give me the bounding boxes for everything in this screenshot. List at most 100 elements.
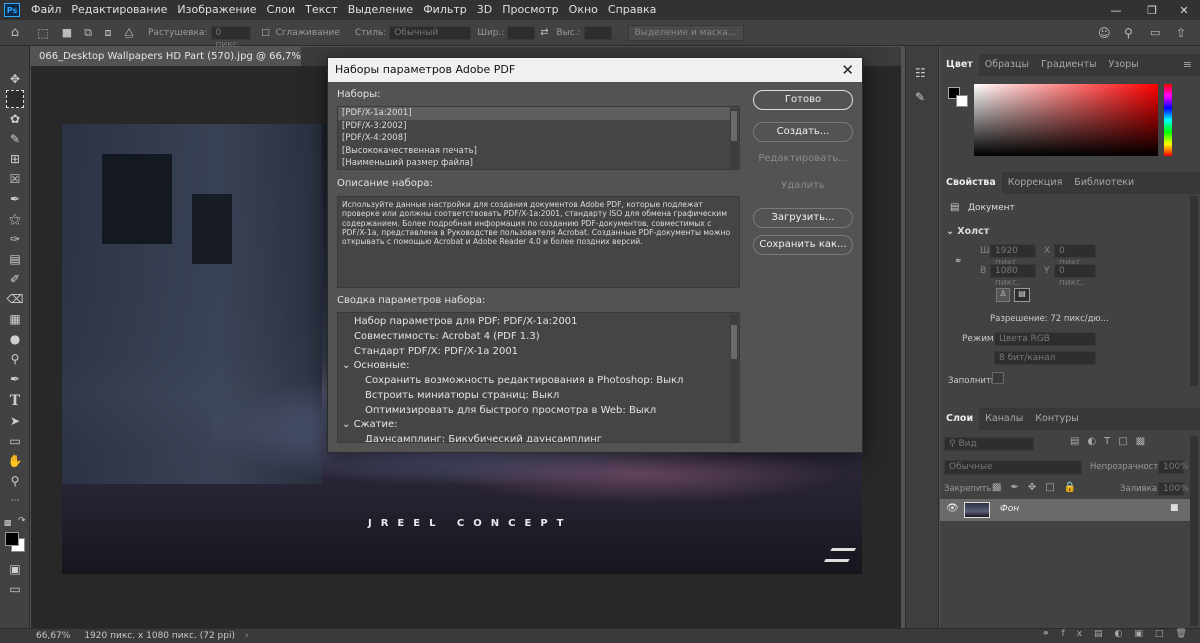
load-button[interactable]: Загрузить...: [753, 208, 853, 228]
dialog-close-icon[interactable]: ✕: [841, 58, 854, 82]
healing-brush-tool-icon[interactable]: ⚝: [6, 210, 24, 228]
preset-item[interactable]: [PDF/X-4:2008]: [338, 132, 739, 145]
tab-adjustments[interactable]: Коррекция: [1002, 172, 1069, 194]
preset-item[interactable]: [Наименьший размер файла]: [338, 157, 739, 169]
create-button[interactable]: Создать...: [753, 122, 853, 142]
document-tab[interactable]: 066_Desktop Wallpapers HD Part (570).jpg…: [31, 47, 301, 81]
user-icon[interactable]: ☺: [1098, 26, 1111, 40]
menu-edit[interactable]: Редактирование: [66, 0, 172, 20]
swap-colors-icon[interactable]: ↷: [18, 516, 26, 526]
canvas-y-field[interactable]: 0 пикс.: [1054, 264, 1096, 288]
layer-row[interactable]: 👁 Фон ■: [940, 499, 1190, 521]
preset-item[interactable]: [PDF/X-3:2002]: [338, 120, 739, 133]
summary-compression-section[interactable]: ⌄ Сжатие:: [342, 419, 398, 430]
portrait-orientation-icon[interactable]: ♙: [996, 288, 1010, 302]
eyedropper-tool-icon[interactable]: ✒: [6, 190, 24, 208]
pen-tool-icon[interactable]: ✒: [6, 370, 24, 388]
dodge-tool-icon[interactable]: ⚲: [6, 350, 24, 368]
dialog-titlebar[interactable]: Наборы параметров Adobe PDF ✕: [328, 58, 862, 82]
tab-properties[interactable]: Свойства: [940, 172, 1002, 194]
move-tool-icon[interactable]: ✥: [6, 70, 24, 88]
swap-icon[interactable]: ⇄: [535, 27, 553, 38]
rectangle-tool-icon[interactable]: ▭: [6, 432, 24, 450]
crop-tool-icon[interactable]: ⊞: [6, 150, 24, 168]
blend-mode-select[interactable]: Обычные: [944, 460, 1082, 475]
tab-patterns[interactable]: Узоры: [1102, 54, 1144, 76]
done-button[interactable]: Готово: [753, 90, 853, 110]
path-selection-tool-icon[interactable]: ➤: [6, 412, 24, 430]
visibility-eye-icon[interactable]: 👁: [946, 503, 959, 514]
tab-gradients[interactable]: Градиенты: [1035, 54, 1102, 76]
subtract-selection-icon[interactable]: ⧈: [98, 26, 118, 40]
new-selection-icon[interactable]: ■: [56, 26, 78, 39]
menu-image[interactable]: Изображение: [172, 0, 261, 20]
landscape-orientation-icon[interactable]: ▤: [1014, 288, 1030, 302]
tab-color[interactable]: Цвет: [940, 54, 979, 76]
layer-name[interactable]: Фон: [1000, 504, 1019, 514]
marquee-tool-icon[interactable]: [6, 90, 24, 108]
edit-button[interactable]: Редактировать...: [753, 149, 853, 169]
summary-scrollbar[interactable]: [730, 315, 738, 442]
hue-slider[interactable]: [1164, 84, 1172, 156]
select-and-mask-button[interactable]: Выделение и маска...: [627, 24, 744, 41]
properties-scrollbar[interactable]: [1190, 196, 1198, 386]
color-spectrum-field[interactable]: [974, 84, 1158, 156]
history-icon[interactable]: ☷: [915, 66, 926, 80]
workspace-icon[interactable]: ▭: [1150, 26, 1160, 39]
layers-scrollbar[interactable]: [1190, 436, 1198, 626]
menu-3d[interactable]: 3D: [472, 0, 497, 20]
height-input[interactable]: [583, 25, 612, 40]
zoom-tool-icon[interactable]: ⚲: [6, 472, 24, 490]
search-icon[interactable]: ⚲: [1124, 26, 1133, 40]
zoom-level[interactable]: 66,67%: [36, 631, 70, 641]
preset-item[interactable]: [PDF/X-1a:2001]: [338, 107, 730, 120]
tab-swatches[interactable]: Образцы: [979, 54, 1035, 76]
status-arrow-icon[interactable]: ›: [245, 631, 249, 641]
share-icon[interactable]: ⇧: [1176, 26, 1186, 40]
color-bg-swatch[interactable]: [956, 95, 968, 107]
save-as-button[interactable]: Сохранить как...: [753, 235, 853, 255]
feather-input[interactable]: 0 пикс.: [210, 25, 251, 50]
fill-opacity-input[interactable]: 100%: [1158, 482, 1189, 496]
history-brush-tool-icon[interactable]: ✐: [6, 270, 24, 288]
mode-select[interactable]: Цвета RGB: [994, 332, 1096, 346]
eraser-tool-icon[interactable]: ⌫: [6, 290, 24, 308]
close-window-icon[interactable]: ✕: [1170, 0, 1198, 20]
restore-icon[interactable]: ❐: [1138, 0, 1166, 20]
summary-scroll-thumb[interactable]: [731, 325, 737, 359]
canvas-width-field[interactable]: 1920 пикс.: [990, 244, 1036, 268]
menu-file[interactable]: Файл: [26, 0, 66, 20]
canvas-section-header[interactable]: ⌄ Холст: [946, 226, 989, 237]
hand-tool-icon[interactable]: ✋: [6, 452, 24, 470]
frame-tool-icon[interactable]: ☒: [6, 170, 24, 188]
edit-toolbar-icon[interactable]: ⋯: [6, 492, 24, 510]
minimize-icon[interactable]: —: [1102, 0, 1130, 20]
tab-paths[interactable]: Контуры: [1029, 408, 1084, 430]
foreground-color-swatch[interactable]: [5, 532, 19, 546]
tab-channels[interactable]: Каналы: [979, 408, 1029, 430]
opacity-input[interactable]: 100%: [1158, 460, 1189, 474]
gradient-tool-icon[interactable]: ▦: [6, 310, 24, 328]
marquee-preset-icon[interactable]: ⬚: [30, 26, 56, 40]
menu-view[interactable]: Просмотр: [497, 0, 563, 20]
tab-layers[interactable]: Слои: [940, 408, 980, 430]
menu-window[interactable]: Окно: [564, 0, 603, 20]
screen-mode-icon[interactable]: ▭: [6, 580, 24, 598]
delete-button[interactable]: Удалить: [753, 176, 853, 196]
layer-actions-icons[interactable]: ⚭fx▤◐▣□🗑: [1042, 629, 1199, 639]
fill-color-swatch[interactable]: [992, 372, 1004, 384]
default-colors-icon[interactable]: ▩: [4, 518, 12, 527]
width-input[interactable]: [507, 25, 536, 40]
blur-tool-icon[interactable]: ●: [6, 330, 24, 348]
lock-icons[interactable]: ▩✒✥□🔒: [992, 482, 1085, 493]
panel-menu-icon[interactable]: ≡: [1183, 54, 1192, 76]
link-icon[interactable]: ⚭: [954, 256, 962, 267]
properties-icon[interactable]: ✎: [915, 90, 925, 104]
brush-tool-icon[interactable]: ✑: [6, 230, 24, 248]
tab-libraries[interactable]: Библиотеки: [1068, 172, 1140, 194]
menu-type[interactable]: Текст: [300, 0, 343, 20]
canvas-height-field[interactable]: 1080 пикс.: [990, 264, 1036, 288]
quick-select-tool-icon[interactable]: ✎: [6, 130, 24, 148]
antialias-checkbox[interactable]: □: [259, 28, 273, 38]
menu-layers[interactable]: Слои: [262, 0, 301, 20]
